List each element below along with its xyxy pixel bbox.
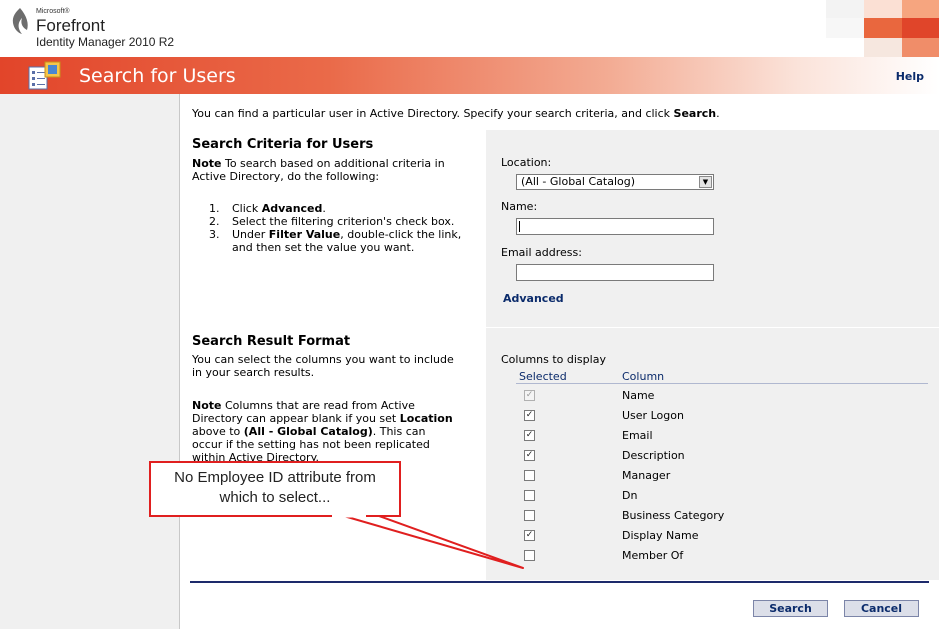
column-name: Display Name	[622, 529, 699, 542]
advanced-link[interactable]: Advanced	[503, 292, 564, 305]
criteria-heading: Search Criteria for Users	[192, 137, 374, 152]
brand-forefront: Forefront	[36, 16, 105, 35]
brand-product: Identity Manager 2010 R2	[36, 35, 175, 49]
footer-rule	[190, 581, 929, 583]
criteria-note-line1: To search based on additional criteria i…	[221, 157, 445, 170]
name-label: Name:	[501, 200, 538, 213]
location-select[interactable]: (All - Global Catalog) ▼	[516, 174, 714, 190]
column-name-header: Column	[622, 370, 665, 383]
intro-bold: Search	[673, 107, 717, 120]
column-name: Description	[622, 449, 685, 462]
step-3-line2: and then set the value you want.	[232, 241, 415, 254]
help-link[interactable]: Help	[896, 70, 924, 83]
step-1-bold: Advanced	[261, 202, 323, 215]
name-input[interactable]	[516, 218, 714, 235]
column-checkbox: ✓	[524, 390, 535, 401]
criteria-note-line2: Active Directory, do the following:	[192, 170, 380, 183]
search-button[interactable]: Search	[753, 600, 828, 617]
column-header-rule	[516, 383, 928, 384]
step-3-pre: Under	[232, 228, 269, 241]
step-3-post: , double-click the link,	[340, 228, 462, 241]
format-heading: Search Result Format	[192, 334, 351, 349]
user-search-icon	[28, 61, 61, 90]
column-name: Business Category	[622, 509, 725, 522]
step-1-num: 1.	[209, 202, 220, 215]
location-selected-value: (All - Global Catalog)	[521, 175, 636, 188]
header-decoration	[826, 0, 939, 57]
page-title: Search for Users	[79, 65, 236, 87]
step-2-pre: Select the filtering criterion's check b…	[232, 215, 455, 228]
format-note: Note Columns that are read from Active D…	[192, 399, 453, 464]
format-note-l2b: Location	[399, 412, 453, 425]
format-note-l3c: . This can	[372, 425, 426, 438]
format-note-label: Note	[192, 399, 222, 412]
left-navigation-pane	[0, 94, 180, 629]
format-note-l3b: (All - Global Catalog)	[243, 425, 373, 438]
callout-line2: which to select...	[219, 489, 331, 506]
column-checkbox[interactable]: ✓	[524, 450, 535, 461]
chevron-down-icon[interactable]: ▼	[699, 176, 712, 188]
criteria-steps: 1. Click Advanced. 2. Select the filtering…	[209, 202, 461, 254]
format-note-l4: occur if the setting has not been replic…	[192, 438, 430, 451]
format-description: You can select the columns you want to i…	[192, 353, 454, 379]
column-checkbox[interactable]	[524, 550, 535, 561]
column-checkbox[interactable]: ✓	[524, 430, 535, 441]
column-checkbox[interactable]	[524, 490, 535, 501]
email-input[interactable]	[516, 264, 714, 281]
column-name: Name	[622, 389, 655, 402]
step-1-post: .	[322, 202, 326, 215]
criteria-note: Note To search based on additional crite…	[192, 157, 445, 183]
column-name: Manager	[622, 469, 671, 482]
text-cursor	[519, 221, 520, 232]
column-checkbox[interactable]: ✓	[524, 410, 535, 421]
column-checkbox[interactable]	[524, 470, 535, 481]
step-2: 2. Select the filtering criterion's check…	[209, 215, 461, 228]
column-checkbox[interactable]	[524, 510, 535, 521]
location-label: Location:	[501, 156, 552, 169]
format-desc-line2: in your search results.	[192, 366, 315, 379]
criteria-note-label: Note	[192, 157, 222, 170]
step-1-pre: Click	[232, 202, 262, 215]
step-2-num: 2.	[209, 215, 220, 228]
column-name: Dn	[622, 489, 638, 502]
selected-column-header: Selected	[519, 370, 567, 383]
step-3-num: 3.	[209, 228, 220, 241]
forefront-logo-icon	[12, 8, 28, 34]
step-3: 3. Under Filter Value, double-click the l…	[209, 228, 461, 241]
annotation-callout: No Employee ID attribute from which to s…	[149, 461, 401, 517]
intro-post: .	[716, 107, 720, 120]
column-name: Email	[622, 429, 653, 442]
format-desc-line1: You can select the columns you want to i…	[192, 353, 454, 366]
step-3-bold: Filter Value	[268, 228, 341, 241]
brand-ms: Microsoft®	[36, 8, 70, 15]
column-name: Member Of	[622, 549, 684, 562]
intro-text: You can find a particular user in Active…	[192, 107, 720, 120]
callout-line1: No Employee ID attribute from	[174, 469, 376, 486]
format-note-l1: Columns that are read from Active	[221, 399, 415, 412]
columns-label: Columns to display	[501, 353, 606, 366]
column-name: User Logon	[622, 409, 684, 422]
email-label: Email address:	[501, 246, 582, 259]
column-checkbox[interactable]: ✓	[524, 530, 535, 541]
pane-divider	[486, 327, 939, 328]
app-header: Microsoft® Forefront Identity Manager 20…	[0, 0, 939, 57]
format-note-l2a: Directory can appear blank if you set	[192, 412, 400, 425]
intro-pre: You can find a particular user in Active…	[192, 107, 674, 120]
step-1: 1. Click Advanced.	[209, 202, 461, 215]
page-title-bar: Search for Users Help	[0, 57, 939, 94]
format-note-l3a: above to	[192, 425, 244, 438]
cancel-button[interactable]: Cancel	[844, 600, 919, 617]
